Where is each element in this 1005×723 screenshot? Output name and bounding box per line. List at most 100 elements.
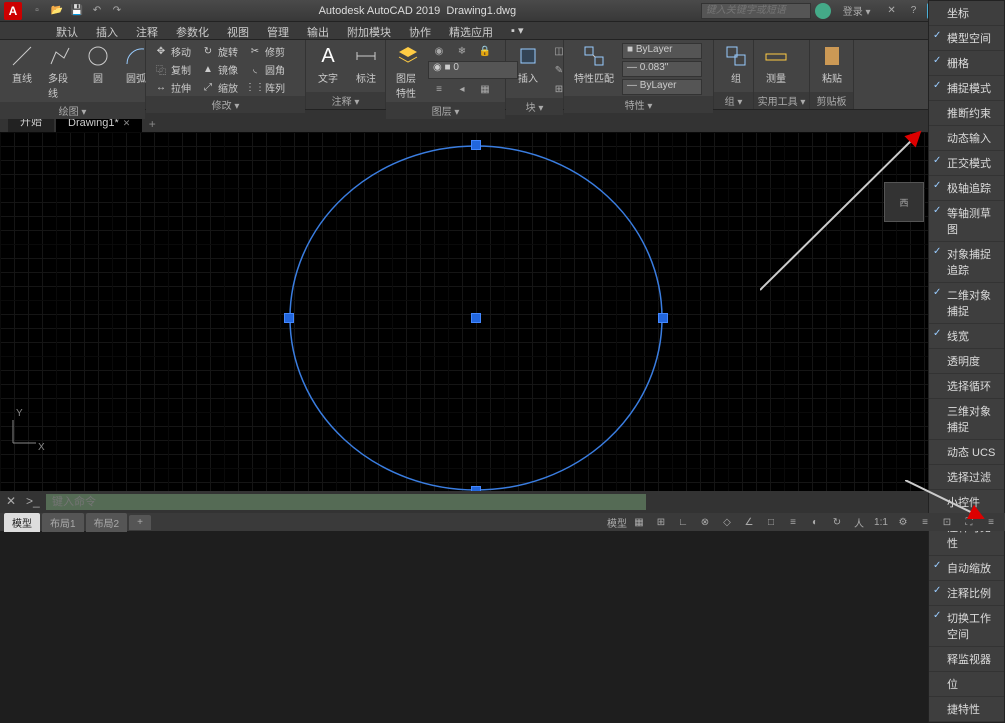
status-toggle-item-13[interactable]: 选择循环 [929,374,1004,399]
config-icon[interactable]: ⊡ [937,514,957,530]
scale-button[interactable]: ⤢缩放 [197,78,242,96]
status-toggle-item-1[interactable]: 模型空间 [929,26,1004,51]
exchange-icon[interactable]: ✕ [883,3,901,19]
infocenter-icon[interactable] [815,3,831,19]
status-toggle-item-7[interactable]: 极轴追踪 [929,176,1004,201]
command-input[interactable] [46,494,646,510]
grip-left[interactable] [284,313,294,323]
copy-button[interactable]: ⿻复制 [150,60,195,78]
tab-more[interactable]: ▪ ▾ [503,22,531,39]
layer-off-icon[interactable]: ◉ [428,42,450,60]
lineweight-selector[interactable]: — 0.083" [622,61,702,77]
snap-icon[interactable]: ⊞ [651,514,671,530]
status-toggle-item-4[interactable]: 推断约束 [929,101,1004,126]
status-toggle-item-9[interactable]: 对象捕捉追踪 [929,242,1004,283]
tab-express[interactable]: 精选应用 [441,22,501,39]
tab-manage[interactable]: 管理 [259,22,297,39]
layer-selector[interactable]: ◉ ■ 0 [428,61,518,79]
tab-default[interactable]: 默认 [48,22,86,39]
app-logo[interactable]: A [4,2,22,20]
status-toggle-item-20[interactable]: 注释比例 [929,581,1004,606]
text-button[interactable]: A文字 [310,42,346,87]
qat-save-icon[interactable]: 💾 [68,3,86,19]
customize-icon[interactable]: ≡ [981,514,1001,530]
qat-open-icon[interactable]: 📂 [48,3,66,19]
status-toggle-item-2[interactable]: 栅格 [929,51,1004,76]
ws-icon[interactable]: ⚙ [893,514,913,530]
model-tab[interactable]: 模型 [4,513,40,532]
circle-button[interactable]: 圆 [80,42,116,87]
array-button[interactable]: ⋮⋮阵列 [244,78,289,96]
tab-insert[interactable]: 插入 [88,22,126,39]
help-icon[interactable]: ? [905,3,923,19]
ann-icon[interactable]: 人 [849,514,869,530]
mirror-button[interactable]: ▲镜像 [197,60,242,78]
paste-button[interactable]: 粘贴 [814,42,850,87]
cmd-close-icon[interactable]: ✕ [6,494,22,510]
layer-prev-icon[interactable]: ◂ [451,80,473,98]
layout2-tab[interactable]: 布局2 [86,513,128,532]
scale-icon[interactable]: 1:1 [871,514,891,530]
status-toggle-item-11[interactable]: 线宽 [929,324,1004,349]
status-toggle-item-6[interactable]: 正交模式 [929,151,1004,176]
signin-button[interactable]: 登录 ▾ [835,3,879,18]
tab-output[interactable]: 输出 [299,22,337,39]
group-button[interactable]: 组 [718,42,754,87]
drawing-canvas[interactable]: Y X 西 [0,132,928,491]
status-toggle-item-19[interactable]: 自动缩放 [929,556,1004,581]
layer-freeze-icon[interactable]: ❄ [451,42,473,60]
model-icon[interactable]: 模型 [607,514,627,530]
grip-right[interactable] [658,313,668,323]
match-props-button[interactable]: 特性匹配 [568,42,620,87]
line-button[interactable]: 直线 [4,42,40,87]
status-toggle-item-15[interactable]: 动态 UCS [929,440,1004,465]
status-toggle-item-10[interactable]: 二维对象捕捉 [929,283,1004,324]
osnap-icon[interactable]: □ [761,514,781,530]
polar-icon[interactable]: ⊗ [695,514,715,530]
status-toggle-item-17[interactable]: 小控件 [929,490,1004,515]
status-toggle-item-21[interactable]: 切换工作空间 [929,606,1004,647]
status-toggle-item-8[interactable]: 等轴测草图 [929,201,1004,242]
layout1-tab[interactable]: 布局1 [42,513,84,532]
help-search-input[interactable] [701,3,811,19]
qat-new-icon[interactable]: ▫ [28,3,46,19]
insert-block-button[interactable]: 插入 [510,42,546,87]
fillet-button[interactable]: ◟圆角 [244,60,289,78]
qat-redo-icon[interactable]: ↷ [108,3,126,19]
grip-center[interactable] [471,313,481,323]
tab-view[interactable]: 视图 [219,22,257,39]
stretch-button[interactable]: ↔拉伸 [150,78,195,96]
tab-annotate[interactable]: 注释 [128,22,166,39]
linetype-selector[interactable]: — ByLayer [622,79,702,95]
layer-iso-icon[interactable]: ▦ [474,80,496,98]
move-button[interactable]: ✥移动 [150,42,195,60]
layer-lock-icon[interactable]: 🔒 [474,42,496,60]
status-toggle-item-22[interactable]: 释监视器 [929,647,1004,672]
status-toggle-item-3[interactable]: 捕捉模式 [929,76,1004,101]
qs-icon[interactable]: ↻ [827,514,847,530]
polyline-button[interactable]: 多段线 [42,42,78,102]
layer-match-icon[interactable]: ≡ [428,80,450,98]
grid-icon[interactable]: ▦ [629,514,649,530]
grip-top[interactable] [471,140,481,150]
isodraft-icon[interactable]: ◇ [717,514,737,530]
otrack-icon[interactable]: ∠ [739,514,759,530]
status-toggle-item-12[interactable]: 透明度 [929,349,1004,374]
status-toggle-item-16[interactable]: 选择过滤 [929,465,1004,490]
ortho-icon[interactable]: ∟ [673,514,693,530]
status-toggle-item-23[interactable]: 位 [929,672,1004,697]
layer-props-button[interactable]: 图层特性 [390,42,426,102]
status-toggle-item-14[interactable]: 三维对象捕捉 [929,399,1004,440]
new-tab-button[interactable]: + [144,116,160,132]
status-toggle-item-24[interactable]: 捷特性 [929,697,1004,722]
lwt-icon[interactable]: ≡ [783,514,803,530]
fullscreen-icon[interactable]: ⛶ [959,514,979,530]
qat-undo-icon[interactable]: ↶ [88,3,106,19]
dimension-button[interactable]: 标注 [348,42,384,87]
menu-icon[interactable]: ≡ [915,514,935,530]
color-selector[interactable]: ■ ByLayer [622,43,702,59]
rotate-button[interactable]: ↻旋转 [197,42,242,60]
tab-collaborate[interactable]: 协作 [401,22,439,39]
tpy-icon[interactable]: ◐ [805,514,825,530]
status-toggle-item-5[interactable]: 动态输入 [929,126,1004,151]
